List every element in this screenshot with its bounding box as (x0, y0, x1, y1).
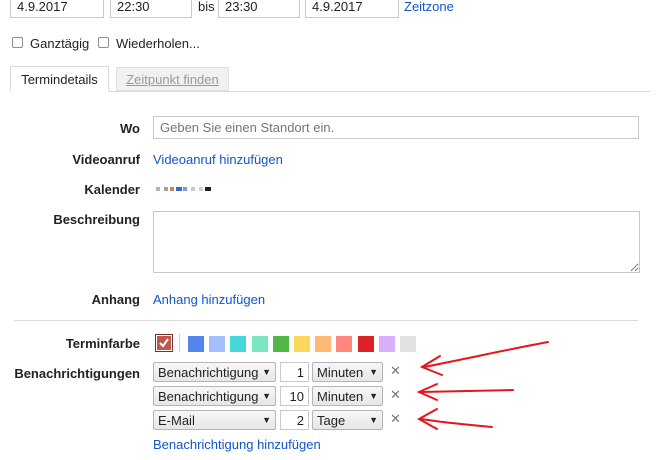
annotation-arrow-1 (423, 341, 549, 368)
annotation-arrows (416, 341, 549, 430)
annotation-arrow-2 (420, 389, 514, 393)
